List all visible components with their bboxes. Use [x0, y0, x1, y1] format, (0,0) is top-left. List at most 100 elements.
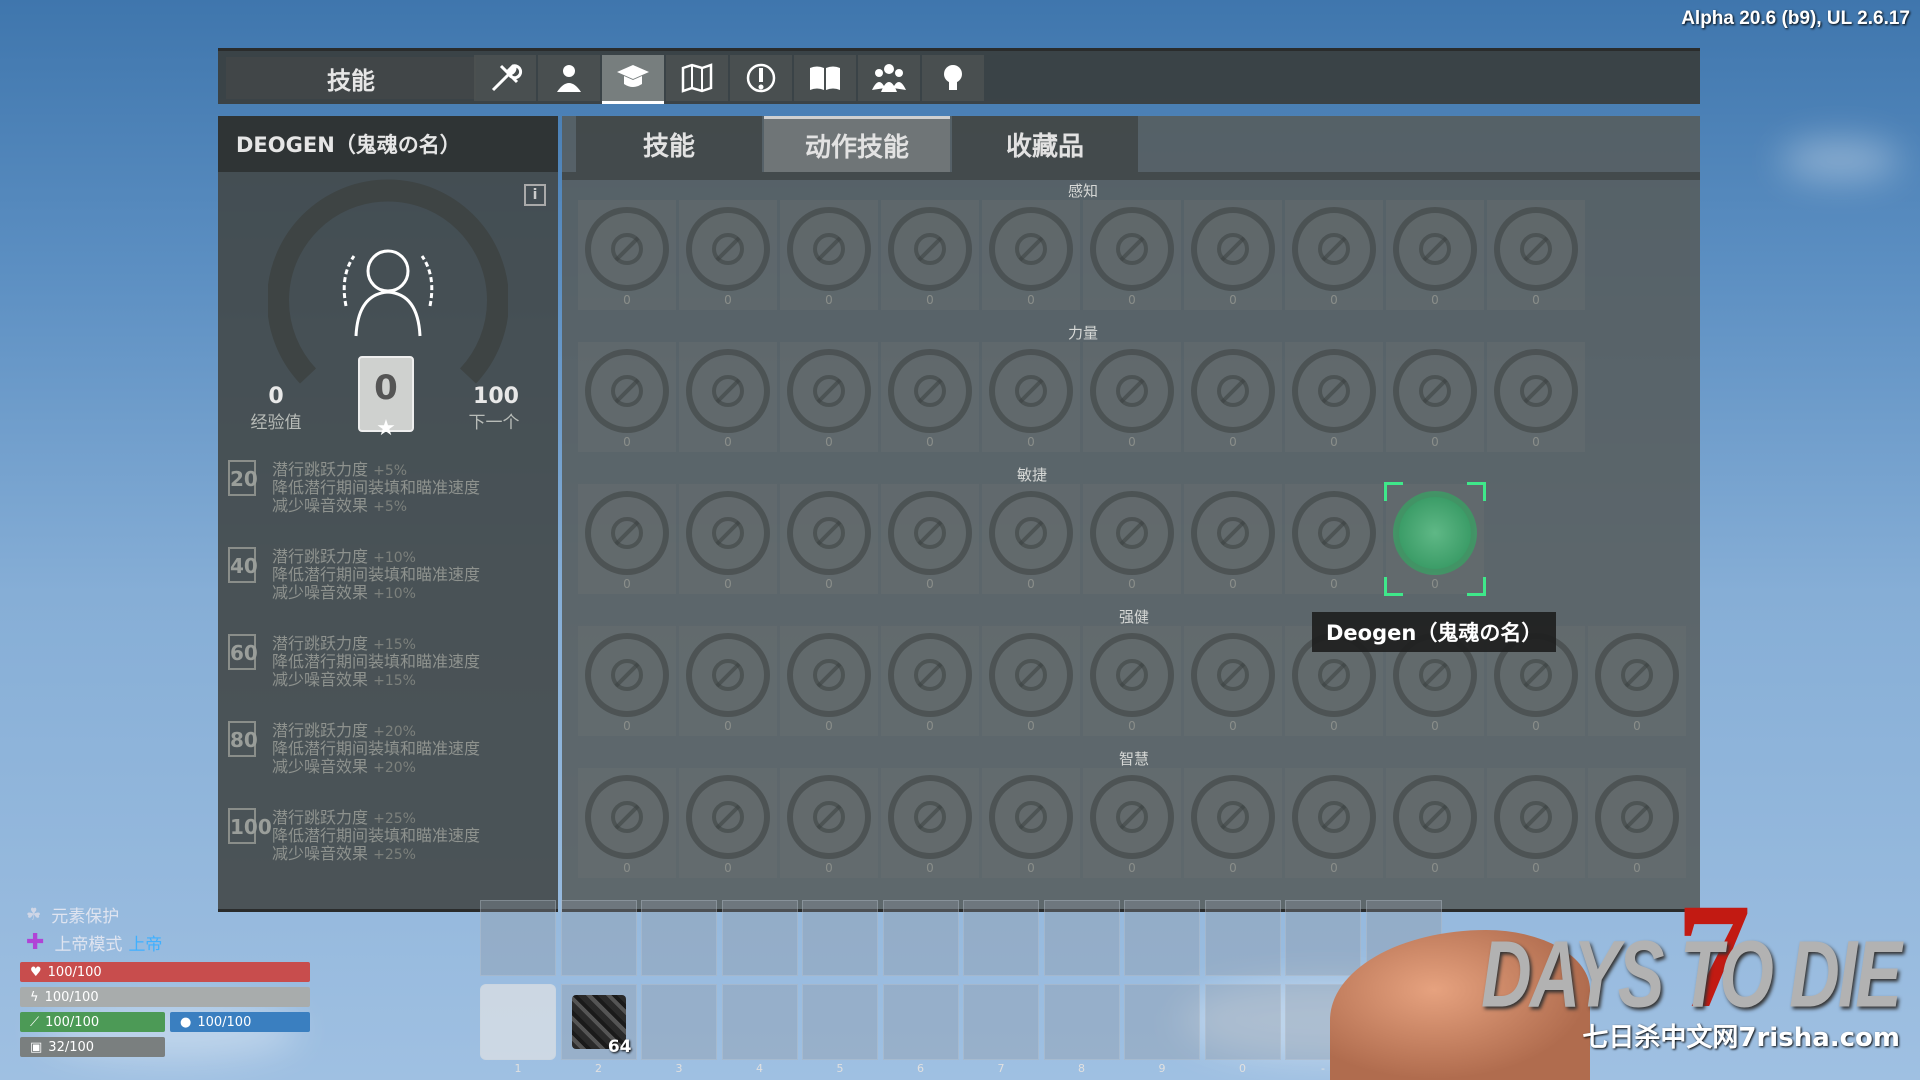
skill-slot[interactable]: 0 — [780, 768, 878, 878]
toolbelt-slot[interactable] — [963, 984, 1039, 1060]
tab-map[interactable] — [666, 55, 728, 101]
skill-slot[interactable]: 0 — [1285, 768, 1383, 878]
toolbelt-slot[interactable] — [480, 984, 556, 1060]
backpack-slot[interactable] — [1043, 900, 1120, 976]
tab-character[interactable] — [538, 55, 600, 101]
skill-slot[interactable]: 0 — [1487, 342, 1585, 452]
skill-slot[interactable]: 0 — [1588, 768, 1686, 878]
skill-slot[interactable]: 0 — [881, 626, 979, 736]
skill-slot[interactable]: 0 — [578, 484, 676, 594]
perk-level-row: 40 潜行跳跃力度 +10% 降低潜行期间装填和瞄准速度 减少噪音效果 +10% — [228, 543, 548, 615]
skill-slot[interactable]: 0 — [1386, 200, 1484, 310]
skill-slot[interactable]: 0 — [1083, 626, 1181, 736]
skill-slot[interactable]: 0 — [881, 768, 979, 878]
backpack-slot[interactable] — [721, 900, 798, 976]
skill-ring — [686, 633, 770, 717]
skill-slot[interactable]: 0 — [578, 342, 676, 452]
status-godmode: ✚ 上帝模式 上帝 — [26, 930, 162, 955]
backpack-slot[interactable] — [1204, 900, 1281, 976]
toolbelt-slot[interactable] — [1204, 984, 1281, 1060]
skill-slot[interactable]: 0 — [1285, 200, 1383, 310]
skill-slot[interactable]: 0 — [780, 626, 878, 736]
skill-slot[interactable]: 0 — [578, 200, 676, 310]
skill-slot[interactable]: 0 — [1083, 200, 1181, 310]
backpack-slot[interactable] — [882, 900, 959, 976]
backpack-slot[interactable] — [480, 900, 556, 976]
info-icon[interactable]: i — [524, 184, 546, 206]
backpack-slot[interactable] — [560, 900, 637, 976]
perk-level-row: 20 潜行跳跃力度 +5% 降低潜行期间装填和瞄准速度 减少噪音效果 +5% — [228, 456, 548, 528]
toolbelt-slot[interactable] — [641, 984, 717, 1060]
knife-icon — [712, 517, 744, 549]
toolbelt-slot[interactable] — [1124, 984, 1200, 1060]
tab-journal[interactable] — [794, 55, 856, 101]
skill-slot[interactable]: 0 — [780, 484, 878, 594]
tab-quests[interactable] — [730, 55, 792, 101]
skill-slot[interactable]: 0 — [881, 484, 979, 594]
skill-slot[interactable]: 0 — [578, 768, 676, 878]
toolbelt-slot[interactable] — [721, 984, 798, 1060]
skill-slot[interactable]: 0 — [1184, 626, 1282, 736]
tab-tips[interactable] — [922, 55, 984, 101]
backpack-slot[interactable] — [802, 900, 878, 976]
skill-slot[interactable]: 0 — [578, 626, 676, 736]
skill-slot[interactable]: 0 — [679, 768, 777, 878]
skill-slot[interactable]: 0 — [1285, 342, 1383, 452]
toolbelt-slot[interactable] — [1043, 984, 1120, 1060]
skill-slot[interactable]: 0 — [881, 200, 979, 310]
tab-collectibles[interactable]: 收藏品 — [952, 116, 1138, 172]
skill-ring — [1090, 633, 1174, 717]
star-icon: ★ — [376, 416, 396, 441]
skill-slot[interactable]: 0 — [679, 342, 777, 452]
skill-slot[interactable]: 0 — [1386, 768, 1484, 878]
skill-slot[interactable]: 0 — [679, 626, 777, 736]
toolbelt-slot[interactable]: 64 — [560, 984, 637, 1060]
skill-slot[interactable]: 0 — [1083, 484, 1181, 594]
skill-slot[interactable]: 0 — [679, 200, 777, 310]
skill-ring — [686, 349, 770, 433]
tools-icon — [1419, 801, 1451, 833]
tab-crafting[interactable] — [474, 55, 536, 101]
skill-slot[interactable]: 0 — [982, 768, 1080, 878]
skill-slot[interactable]: 0 — [982, 342, 1080, 452]
skill-slot[interactable]: 0 — [1083, 342, 1181, 452]
backpack-slot[interactable] — [1124, 900, 1200, 976]
water-bar: ● 100/100 — [170, 1012, 310, 1032]
tab-players[interactable] — [858, 55, 920, 101]
skill-slot[interactable]: 0 — [1386, 342, 1484, 452]
toolbelt-slot[interactable] — [802, 984, 878, 1060]
skill-slot[interactable]: 0 — [982, 200, 1080, 310]
backpack-slot[interactable] — [641, 900, 717, 976]
skill-slot[interactable]: 0 — [1285, 484, 1383, 594]
skill-slot[interactable]: 0 — [780, 200, 878, 310]
skill-slot[interactable]: 0 — [1184, 768, 1282, 878]
skill-slot[interactable]: 0 — [982, 626, 1080, 736]
skill-slot[interactable]: 0 — [881, 342, 979, 452]
skill-slot[interactable]: 0 — [1184, 200, 1282, 310]
silhouette-icon — [342, 249, 434, 337]
skill-slot[interactable]: 0 — [679, 484, 777, 594]
perk-bonus: +25% — [373, 847, 416, 863]
skill-slot[interactable]: 0 — [1487, 200, 1585, 310]
skill-slot[interactable]: 0 — [1588, 626, 1686, 736]
backpack-slot[interactable] — [963, 900, 1039, 976]
toolbelt-slot[interactable] — [882, 984, 959, 1060]
skill-slot[interactable]: 0 — [780, 342, 878, 452]
perk-level-badge: 40 — [228, 547, 258, 583]
skill-slot[interactable]: 0 — [982, 484, 1080, 594]
tab-skills[interactable] — [602, 55, 664, 104]
hearth-icon — [1217, 801, 1249, 833]
skill-ring — [1292, 349, 1376, 433]
heart-icon — [1419, 375, 1451, 407]
skill-slot[interactable]: 0 — [1083, 768, 1181, 878]
house-icon — [1318, 801, 1350, 833]
tab-action-skills[interactable]: 动作技能 — [764, 116, 950, 172]
skill-level: 0 — [1532, 435, 1540, 449]
tab-skills-list[interactable]: 技能 — [576, 116, 762, 172]
perk-level-badge: 100 — [228, 808, 272, 844]
skill-slot[interactable]: 0 — [1384, 482, 1486, 596]
backpack-slot[interactable] — [1285, 900, 1361, 976]
skill-slot[interactable]: 0 — [1184, 484, 1282, 594]
skill-slot[interactable]: 0 — [1184, 342, 1282, 452]
skill-slot[interactable]: 0 — [1487, 768, 1585, 878]
